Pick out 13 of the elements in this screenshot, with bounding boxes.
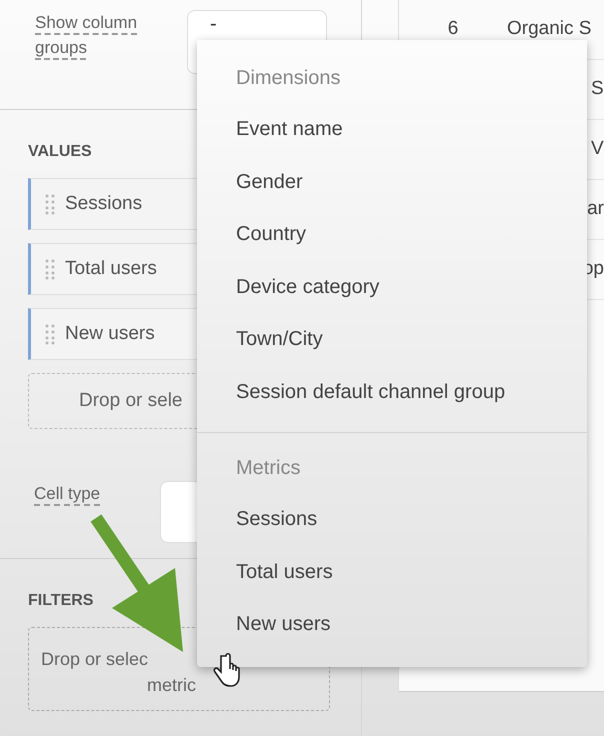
table-cell-text: ar (587, 197, 604, 222)
chip-label: New users (65, 322, 155, 346)
cell-type-label: Cell type (34, 483, 100, 505)
table-cell-text: S (591, 77, 604, 102)
column-groups-label: Show column groups (35, 12, 138, 59)
filters-heading: FILTERS (28, 591, 94, 611)
table-cell-text: 6 (446, 17, 460, 42)
chip-label: Total users (65, 256, 157, 281)
values-heading: VALUES (28, 142, 92, 162)
menu-section-heading: Metrics (235, 456, 302, 481)
table-cell-text: V (591, 137, 604, 162)
table-cell-text: Organic S (507, 17, 592, 42)
chip-label: Sessions (65, 192, 142, 216)
